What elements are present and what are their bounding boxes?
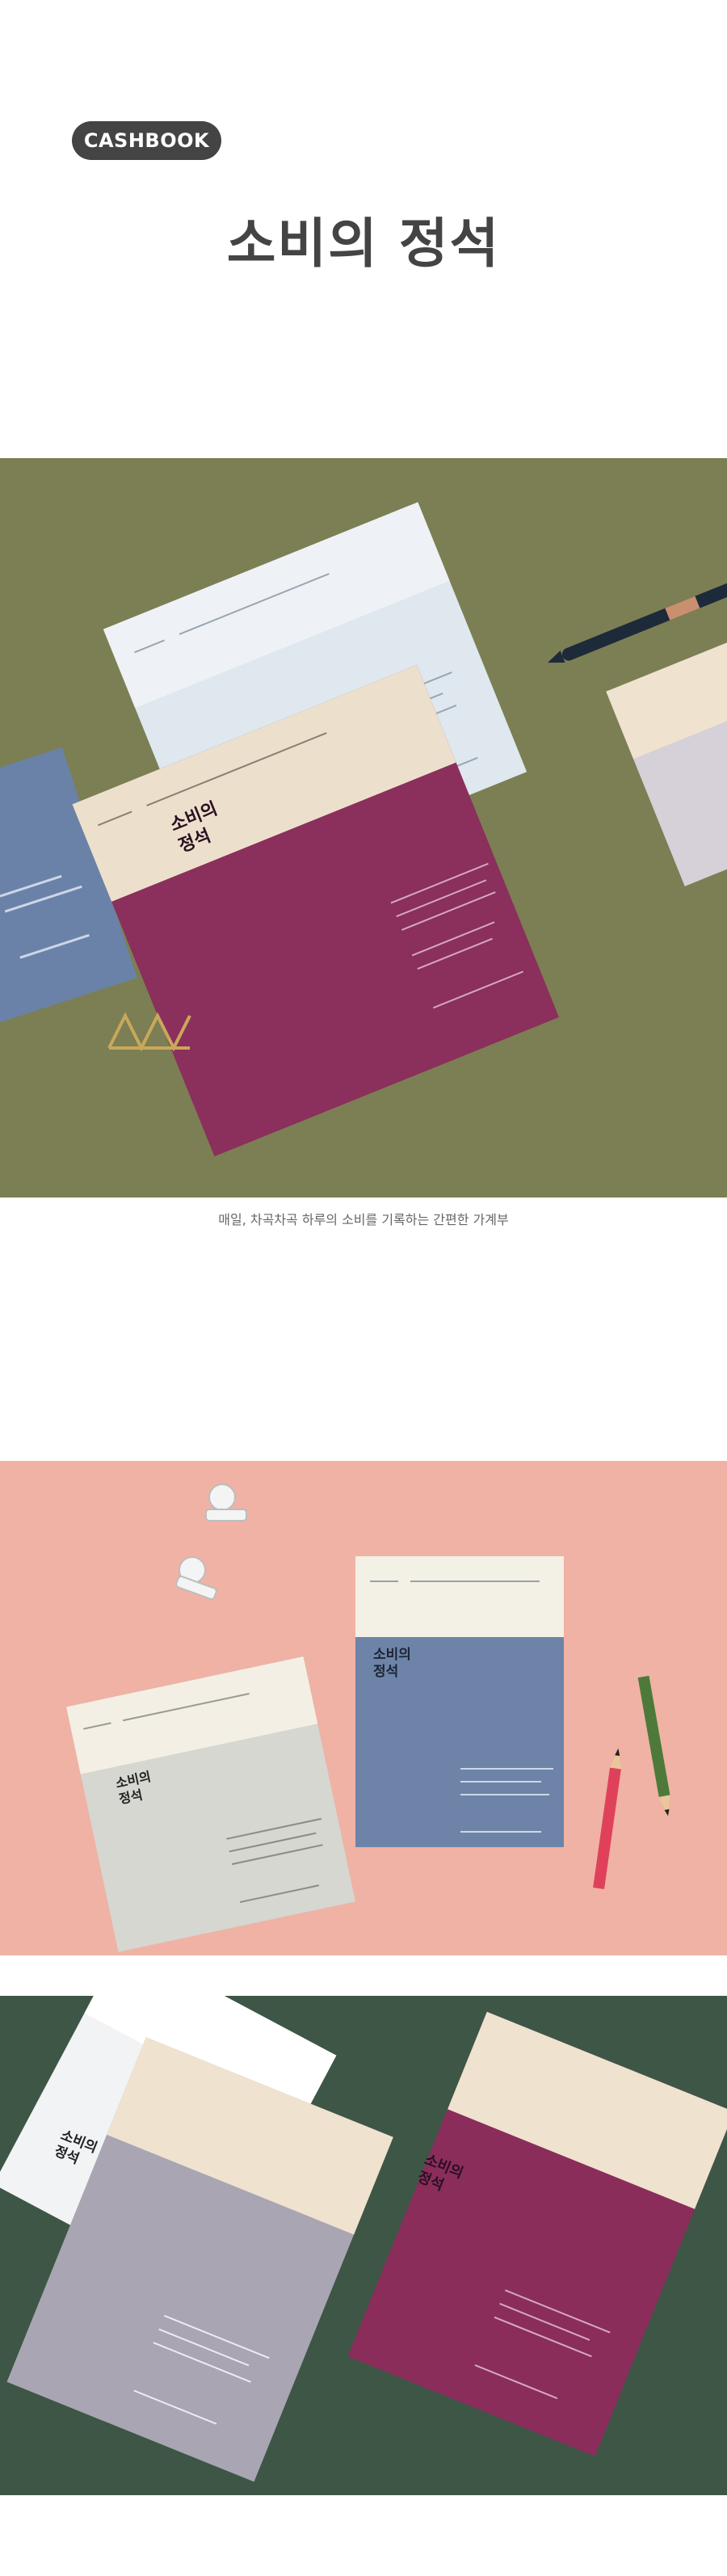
cover-title-line2: 정석 (373, 1664, 399, 1681)
photo-caption: 매일, 차곡차곡 하루의 소비를 기록하는 간편한 가계부 (218, 1212, 509, 1227)
page-title: 소비의 정석 (226, 213, 501, 275)
product-photo-olive: 소비의 정석 (0, 458, 727, 1198)
cover-title-blue: 소비의 정석 (373, 1647, 411, 1682)
product-photo-pink: 소비의 정석 소비의 정석 (0, 1461, 727, 1955)
cover-title-line1: 소비의 (373, 1647, 411, 1663)
cashbook-badge: CASHBOOK (72, 121, 221, 160)
green-scene-illustration (0, 1996, 727, 2495)
product-photo-green: 소비의 정석 소비의 정석 (0, 1996, 727, 2495)
olive-scene-illustration (0, 458, 727, 1198)
pink-scene-illustration (0, 1461, 727, 1955)
